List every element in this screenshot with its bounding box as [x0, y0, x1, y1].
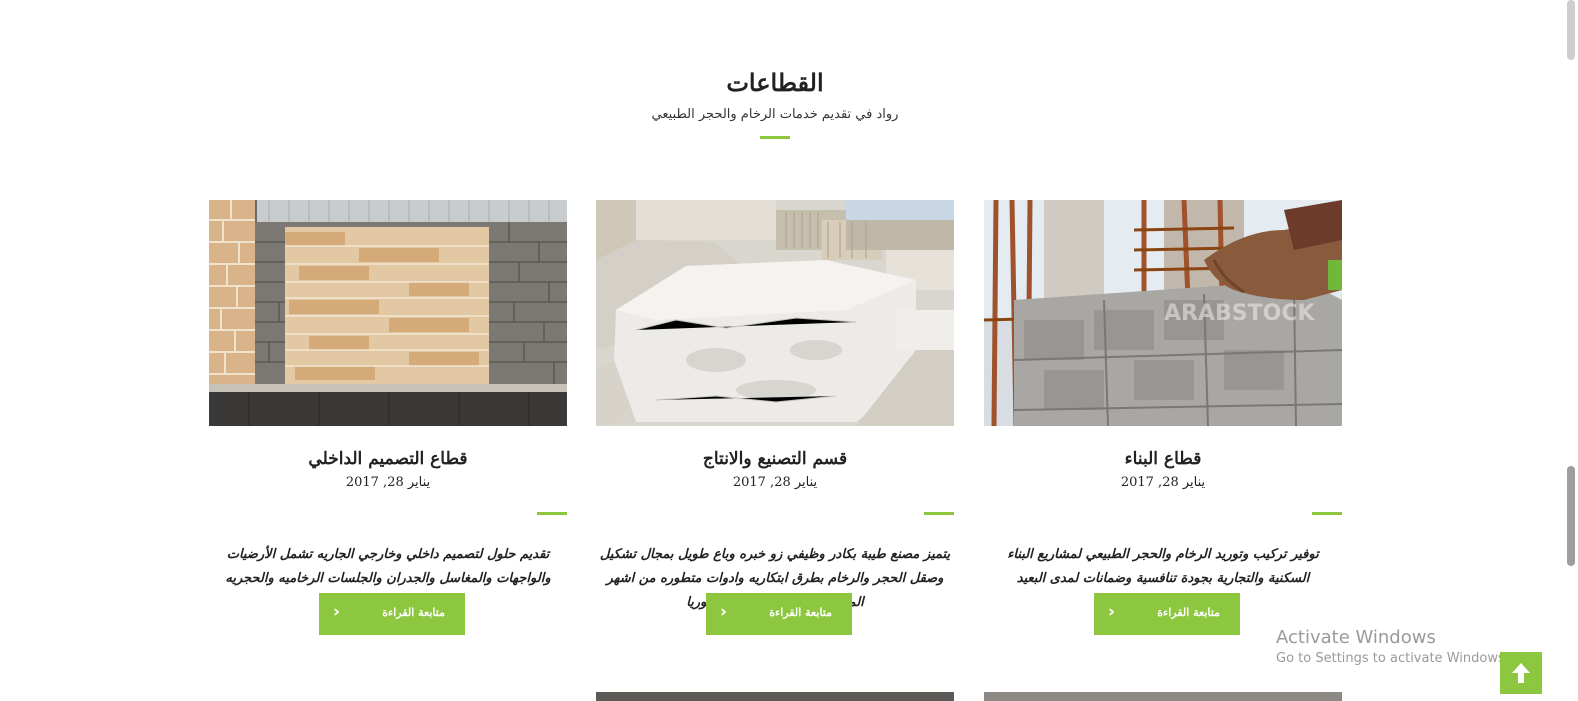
- section-accent-line: [760, 136, 790, 139]
- marble-block-photo: [596, 200, 954, 426]
- chevron-right-icon: ›: [720, 602, 728, 622]
- windows-activation-watermark: Activate Windows Go to Settings to activ…: [1276, 627, 1509, 668]
- read-more-button[interactable]: متابعة القراءة ›: [319, 593, 465, 635]
- section-header: القطاعات رواد في تقديم خدمات الرخام والح…: [0, 66, 1550, 139]
- scroll-to-top-button[interactable]: [1500, 652, 1542, 694]
- card-image-construction[interactable]: ARABSTOCK: [984, 200, 1342, 426]
- watermark-subtitle: Go to Settings to activate Windows.: [1276, 651, 1509, 666]
- card-construction: ARABSTOCK قطاع البناء يناير 28, 2017 توف…: [984, 200, 1342, 635]
- card-date: يناير 28, 2017: [732, 475, 818, 490]
- read-more-label: متابعة القراءة: [769, 606, 832, 619]
- section-title: القطاعات: [726, 68, 824, 97]
- card-accent-line: [924, 512, 954, 515]
- next-card-image-peek: [984, 692, 1342, 701]
- construction-photo: ARABSTOCK: [984, 200, 1342, 426]
- image-watermark-text: ARABSTOCK: [1164, 301, 1315, 326]
- scrollbar-track-top: [1567, 0, 1575, 60]
- arrow-up-icon: [1512, 663, 1530, 683]
- page-scrollbar[interactable]: [1564, 0, 1578, 701]
- card-date: يناير 28, 2017: [345, 475, 431, 490]
- read-more-label: متابعة القراءة: [382, 606, 445, 619]
- card-manufacturing: قسم التصنيع والانتاج يناير 28, 2017 يتمي…: [596, 200, 954, 635]
- scrollbar-thumb[interactable]: [1567, 466, 1575, 566]
- watermark-title: Activate Windows: [1276, 627, 1436, 648]
- next-card-image-peek: [596, 692, 954, 701]
- read-more-button[interactable]: متابعة القراءة ›: [706, 593, 852, 635]
- card-title[interactable]: قطاع البناء: [984, 446, 1342, 472]
- chevron-right-icon: ›: [333, 602, 341, 622]
- card-interior-design: قطاع التصميم الداخلي يناير 28, 2017 تقدي…: [209, 200, 567, 635]
- section-subtitle: رواد في تقديم خدمات الرخام والحجر الطبيع…: [651, 107, 899, 122]
- card-date: يناير 28, 2017: [1120, 475, 1206, 490]
- read-more-button[interactable]: متابعة القراءة ›: [1094, 593, 1240, 635]
- card-accent-line: [1312, 512, 1342, 515]
- card-accent-line: [537, 512, 567, 515]
- card-title[interactable]: قسم التصنيع والانتاج: [596, 446, 954, 472]
- card-image-interior-wall[interactable]: [209, 200, 567, 426]
- card-excerpt: توفير تركيب وتوريد الرخام والحجر الطبيعي…: [1007, 547, 1319, 586]
- chevron-right-icon: ›: [1108, 602, 1116, 622]
- interior-stone-wall-photo: [209, 200, 567, 426]
- card-image-marble-blocks[interactable]: [596, 200, 954, 426]
- page: القطاعات رواد في تقديم خدمات الرخام والح…: [0, 0, 1578, 701]
- card-title[interactable]: قطاع التصميم الداخلي: [209, 446, 567, 472]
- read-more-label: متابعة القراءة: [1157, 606, 1220, 619]
